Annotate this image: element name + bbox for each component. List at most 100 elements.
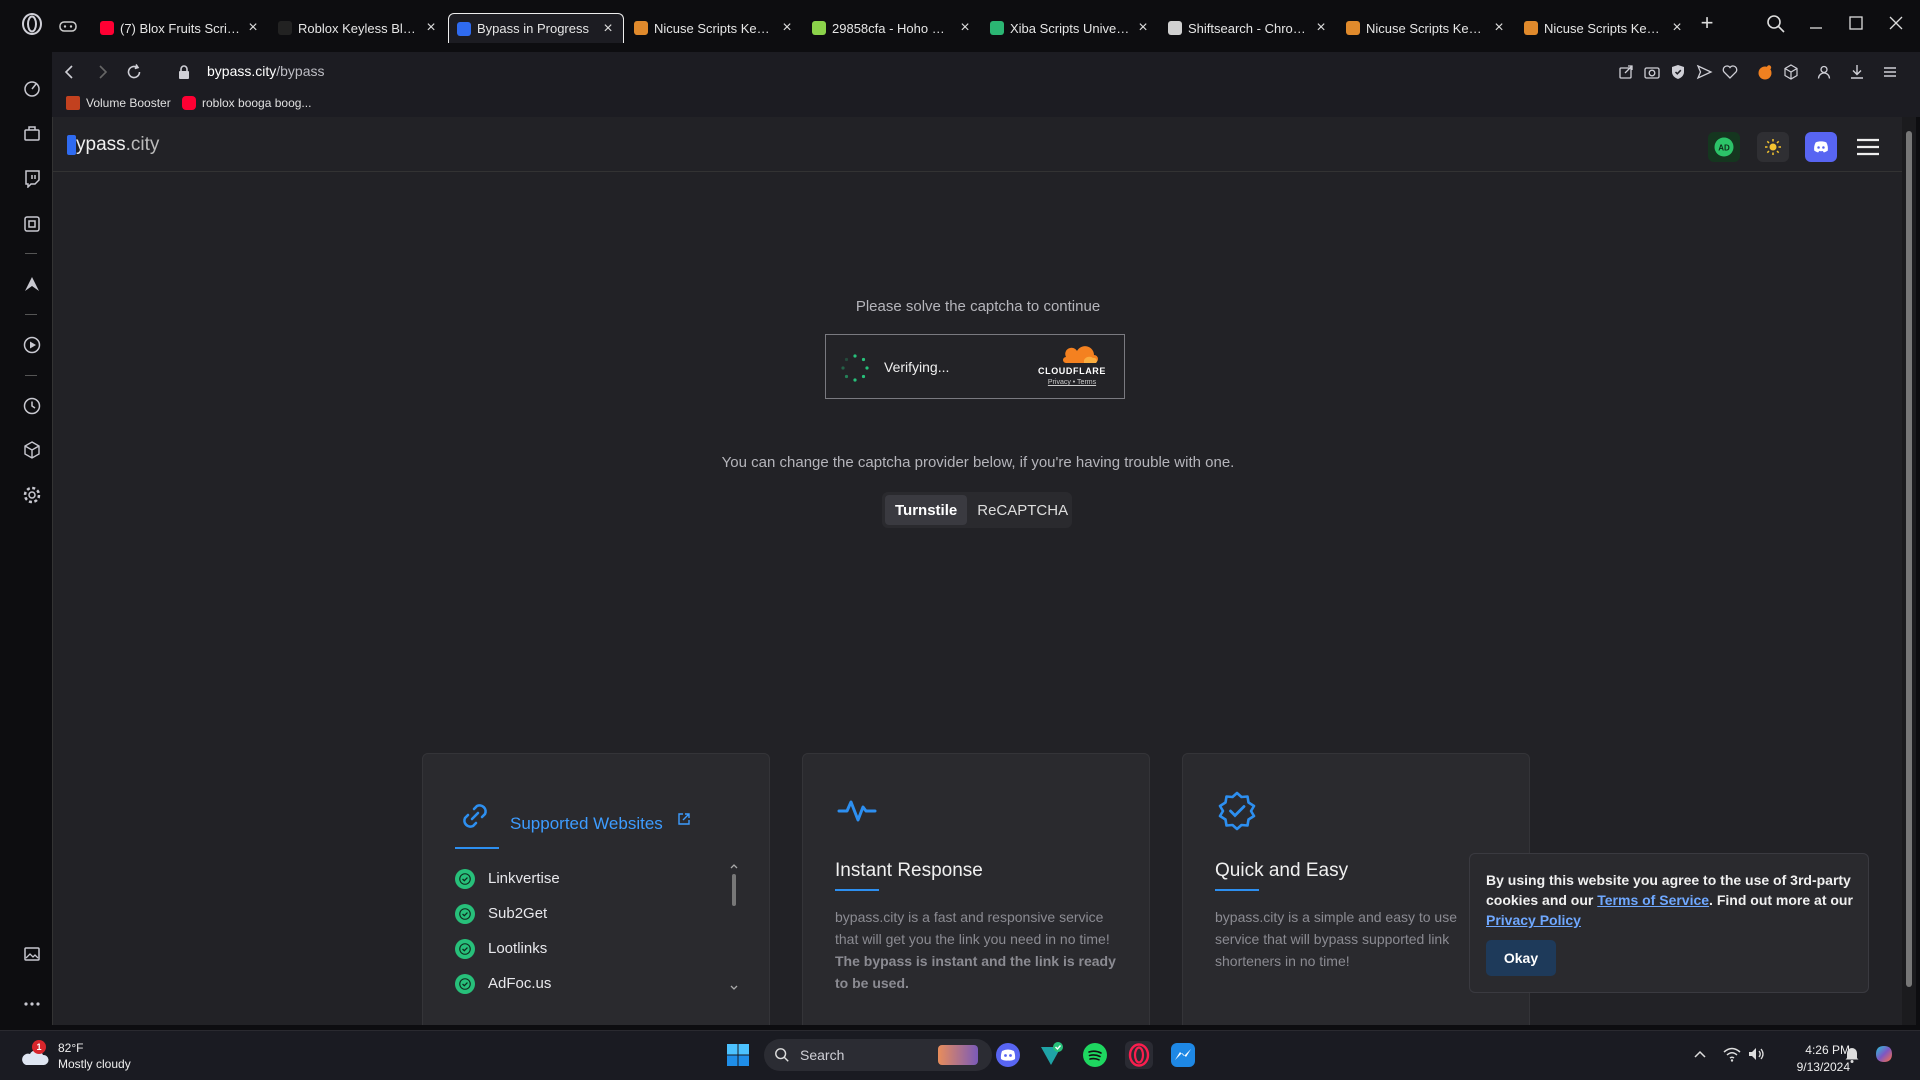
- tab-close-icon[interactable]: ×: [780, 20, 794, 36]
- weather-widget[interactable]: 1 82°F Mostly cloudy: [20, 1040, 131, 1072]
- new-tab-button[interactable]: +: [1697, 12, 1717, 34]
- reload-icon[interactable]: [124, 62, 144, 82]
- tab-close-icon[interactable]: ×: [424, 20, 438, 36]
- crypto-wallet-icon[interactable]: [1756, 63, 1774, 81]
- close-window-icon[interactable]: [1884, 13, 1908, 37]
- xiba-icon: [990, 21, 1004, 35]
- link-icon: [457, 798, 493, 834]
- settings-gear-icon[interactable]: [22, 485, 42, 505]
- bookmark-volume-booster[interactable]: Volume Booster: [66, 96, 171, 110]
- hoho-icon: [812, 21, 826, 35]
- spotify-taskbar-icon[interactable]: [1081, 1041, 1109, 1069]
- maximize-icon[interactable]: [1844, 13, 1868, 37]
- hamburger-icon: [1857, 138, 1879, 156]
- tab-close-icon[interactable]: ×: [1314, 20, 1328, 36]
- browser-tab[interactable]: Shiftsearch - Chrome W ×: [1160, 13, 1336, 43]
- page-scrollbar-thumb[interactable]: [1906, 131, 1912, 987]
- lock-icon[interactable]: [176, 64, 192, 80]
- easy-setup-menu-icon[interactable]: [1881, 63, 1899, 81]
- gx-control-icon[interactable]: [58, 16, 78, 36]
- browser-tab[interactable]: Xiba Scripts Universal K ×: [982, 13, 1158, 43]
- theme-toggle-button[interactable]: [1757, 132, 1789, 162]
- adblock-status-button[interactable]: AD: [1708, 132, 1740, 162]
- more-dots-icon[interactable]: [22, 994, 42, 1014]
- tab-title: Nicuse Scripts Key Chec: [654, 20, 774, 36]
- back-icon[interactable]: [60, 62, 80, 82]
- browser-tab[interactable]: (7) Blox Fruits Script / H ×: [92, 13, 268, 43]
- tab-search-icon[interactable]: [1764, 13, 1788, 37]
- tab-close-icon[interactable]: ×: [1670, 20, 1684, 36]
- bookmark-heart-icon[interactable]: [1721, 63, 1739, 81]
- taskbar-clock[interactable]: 4:26 PM 9/13/2024: [1770, 1042, 1850, 1076]
- send-icon[interactable]: [1695, 63, 1713, 81]
- copilot-icon[interactable]: [1872, 1042, 1896, 1066]
- browser-tab[interactable]: Nicuse Scripts Key Chec ×: [1516, 13, 1692, 43]
- profile-icon[interactable]: [1815, 63, 1833, 81]
- messenger-taskbar-icon[interactable]: [1169, 1041, 1197, 1069]
- tab-close-icon[interactable]: ×: [601, 20, 615, 36]
- site-logo[interactable]: ypass .city: [67, 134, 159, 156]
- tab-close-icon[interactable]: ×: [1136, 20, 1150, 36]
- tray-chevron-up-icon[interactable]: [1690, 1044, 1710, 1064]
- history-icon[interactable]: [22, 396, 42, 416]
- extensions-icon[interactable]: [1782, 63, 1800, 81]
- terms-of-service-link[interactable]: Terms of Service: [1597, 892, 1709, 908]
- start-windows-icon[interactable]: [724, 1041, 752, 1069]
- shopping-icon[interactable]: [22, 123, 42, 143]
- youtube-icon: [182, 96, 196, 110]
- opera-gx-taskbar-icon[interactable]: [1125, 1041, 1153, 1069]
- browser-tab[interactable]: Roblox Keyless Bloxfrui ×: [270, 13, 446, 43]
- twitch-icon[interactable]: [22, 168, 42, 188]
- logo-b-mark: [67, 135, 76, 155]
- snapshot-camera-icon[interactable]: [1643, 63, 1661, 81]
- hamburger-menu-button[interactable]: [1852, 132, 1884, 162]
- tab-close-icon[interactable]: ×: [246, 20, 260, 36]
- forward-icon[interactable]: [92, 62, 112, 82]
- share-icon[interactable]: [1617, 63, 1635, 81]
- supported-sites-list: Linkvertise Sub2Get Lootlinks AdFoc.us: [455, 861, 725, 1001]
- browser-tab[interactable]: Nicuse Scripts Key #1 S ×: [1338, 13, 1514, 43]
- card-title: Instant Response: [835, 860, 983, 881]
- provider-recaptcha[interactable]: ReCAPTCHA: [967, 495, 1078, 525]
- cloudflare-privacy-terms-links[interactable]: Privacy • Terms: [1034, 379, 1110, 386]
- aria-icon[interactable]: [22, 274, 42, 294]
- browser-tab[interactable]: Nicuse Scripts Key Chec ×: [626, 13, 802, 43]
- wifi-icon[interactable]: [1722, 1044, 1742, 1064]
- tab-close-icon[interactable]: ×: [1492, 20, 1506, 36]
- browser-tab[interactable]: Bypass in Progress ×: [448, 13, 624, 43]
- privacy-policy-link[interactable]: Privacy Policy: [1486, 912, 1581, 928]
- external-link-icon[interactable]: [677, 812, 691, 826]
- provider-turnstile[interactable]: Turnstile: [885, 495, 968, 525]
- tab-close-icon[interactable]: ×: [958, 20, 972, 36]
- extensions-cube-icon[interactable]: [22, 440, 42, 460]
- vpn-taskbar-icon[interactable]: [1037, 1041, 1065, 1069]
- url-field[interactable]: bypass.city/bypass: [207, 63, 325, 79]
- discord-taskbar-icon[interactable]: [994, 1041, 1022, 1069]
- speed-dial-icon[interactable]: [22, 78, 42, 98]
- turnstile-widget[interactable]: Verifying... CLOUDFLARE Privacy • Terms: [825, 334, 1125, 399]
- notification-bell-icon[interactable]: [1842, 1044, 1862, 1064]
- opera-logo-icon[interactable]: [20, 12, 44, 36]
- site-name: Lootlinks: [488, 940, 548, 957]
- cookie-okay-button[interactable]: Okay: [1486, 940, 1556, 976]
- weather-condition: Mostly cloudy: [58, 1057, 131, 1071]
- supported-websites-link[interactable]: Supported Websites: [510, 814, 663, 834]
- download-icon[interactable]: [1848, 63, 1866, 81]
- gx-corner-icon[interactable]: [22, 214, 42, 234]
- browser-tab[interactable]: 29858cfa - Hoho Hub V ×: [804, 13, 980, 43]
- check-circle-icon: [455, 903, 475, 924]
- adblock-shield-icon[interactable]: [1669, 63, 1687, 81]
- player-icon[interactable]: [22, 335, 42, 355]
- wallpaper-icon[interactable]: [22, 944, 42, 964]
- discord-icon: [1814, 141, 1828, 153]
- cloudflare-name: CLOUDFLARE: [1038, 366, 1106, 376]
- site-name: Sub2Get: [488, 905, 548, 922]
- taskbar-search-input[interactable]: Search: [764, 1039, 992, 1071]
- volume-icon[interactable]: [1746, 1044, 1766, 1064]
- sites-list-scrollbar[interactable]: [729, 861, 739, 993]
- page-scrollbar[interactable]: [1902, 117, 1916, 1025]
- bookmark-roblox-booga[interactable]: roblox booga boog...: [182, 96, 311, 110]
- tab-title: Bypass in Progress: [477, 21, 589, 36]
- discord-button[interactable]: [1805, 132, 1837, 162]
- minimize-icon[interactable]: [1804, 13, 1828, 37]
